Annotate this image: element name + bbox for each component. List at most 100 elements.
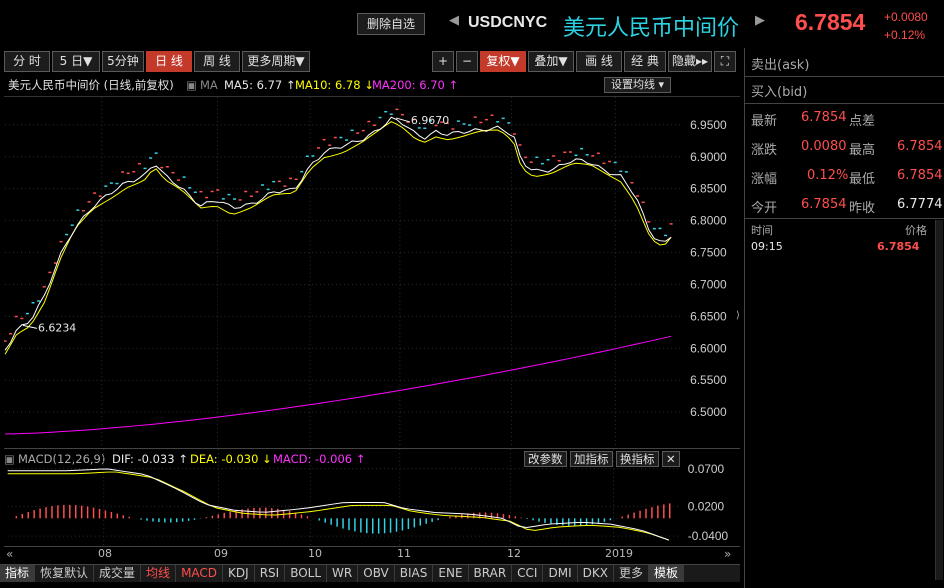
overlay-button[interactable]: 叠加▼ — [528, 51, 574, 72]
candle-mark — [227, 193, 231, 196]
classic-button[interactable]: 经 典 — [624, 51, 666, 72]
scroll-left-icon[interactable]: « — [6, 547, 13, 561]
macd-bar — [330, 518, 332, 525]
candle-mark — [664, 234, 668, 237]
macd-bar — [425, 518, 427, 524]
candle-mark — [261, 184, 265, 186]
macd-bar — [324, 518, 326, 523]
candle-mark — [384, 110, 388, 113]
tab-daily[interactable]: 日 线 — [146, 51, 192, 72]
tab-dmi[interactable]: DMI — [543, 565, 578, 582]
draw-button[interactable]: 画 线 — [576, 51, 622, 72]
ma200-value: MA200: 6.70 ↑ — [372, 78, 459, 92]
macd-bar — [669, 503, 671, 519]
adjust-button[interactable]: 复权▼ — [480, 51, 526, 72]
low-marker — [22, 324, 38, 329]
tab-boll[interactable]: BOLL — [285, 565, 328, 582]
candle-mark — [647, 221, 651, 223]
candle-mark — [328, 144, 332, 146]
tab-rsi[interactable]: RSI — [255, 565, 286, 582]
ma-settings-button[interactable]: 设置均线 ▾ — [604, 77, 672, 93]
macd-bar — [366, 518, 368, 534]
candle-mark — [557, 160, 561, 162]
fullscreen-icon[interactable]: ⛶ — [714, 51, 736, 72]
candle-mark — [87, 201, 91, 203]
candle-mark — [188, 187, 192, 189]
tab-kdj[interactable]: KDJ — [223, 565, 255, 582]
tab-template[interactable]: 模板 — [648, 565, 684, 582]
candle-mark — [305, 155, 309, 158]
tab-weekly[interactable]: 周 线 — [194, 51, 240, 72]
y-tick-label: 6.5000 — [690, 405, 727, 419]
ask-label: 卖出(ask) — [751, 58, 810, 73]
change-label: 涨跌 — [751, 143, 778, 158]
tab-more-periods[interactable]: 更多周期▼ — [242, 51, 310, 72]
candle-mark — [283, 185, 287, 187]
macd-bar — [633, 512, 635, 519]
macd-bar — [585, 518, 588, 526]
candle-mark — [171, 171, 175, 174]
tab-macd[interactable]: MACD — [176, 565, 224, 582]
macd-bar — [538, 518, 540, 522]
prev-symbol-icon[interactable]: ◀ — [449, 13, 459, 28]
candle-mark — [568, 151, 572, 153]
tab-obv[interactable]: OBV — [358, 565, 395, 582]
x-label-2019: 2019 — [605, 547, 633, 560]
tab-indicator[interactable]: 指标 — [0, 565, 36, 582]
ma-label: MA — [200, 78, 218, 92]
candle-mark — [496, 121, 500, 123]
candle-mark — [20, 317, 24, 320]
candle-mark — [311, 155, 315, 157]
candle-mark — [423, 127, 427, 130]
macd-bar — [170, 518, 172, 523]
candle-mark — [109, 182, 113, 184]
tab-bias[interactable]: BIAS — [395, 565, 434, 582]
candle-mark — [177, 179, 181, 181]
price-chart[interactable]: 6.9500 6.9000 6.8500 6.8000 6.7500 6.7000 6.65… — [4, 96, 740, 448]
tab-more[interactable]: 更多 — [614, 565, 649, 582]
tab-wr[interactable]: WR — [327, 565, 359, 582]
candle-mark — [350, 129, 354, 132]
candle-mark — [490, 114, 494, 117]
tab-dkx[interactable]: DKX — [578, 565, 614, 582]
scroll-right-icon[interactable]: » — [724, 547, 731, 561]
high-annotation: 6.9670 — [411, 114, 449, 127]
candle-mark — [143, 167, 147, 170]
candle-mark — [14, 315, 18, 318]
candle-mark — [608, 160, 612, 163]
candle-mark — [317, 147, 321, 149]
macd-chart[interactable]: 0.0700 0.0200 -0.0400 — [4, 448, 740, 548]
tab-ene[interactable]: ENE — [433, 565, 469, 582]
candle-mark — [272, 180, 276, 183]
collapse-handle-icon[interactable]: ⟩ — [736, 310, 740, 321]
ma10-value: MA10: 6.78 ↓ — [295, 78, 374, 92]
macd-bar — [146, 518, 148, 521]
zoom-in-button[interactable]: + — [432, 51, 454, 72]
tab-5day[interactable]: 5 日▼ — [52, 51, 100, 72]
candle-mark — [518, 144, 522, 146]
tab-ma[interactable]: 均线 — [141, 565, 177, 582]
macd-bar — [265, 507, 267, 519]
tab-5min[interactable]: 5分钟 — [102, 51, 144, 72]
macd-bar — [253, 507, 255, 519]
tab-cci[interactable]: CCI — [512, 565, 544, 582]
tab-intraday[interactable]: 分 时 — [4, 51, 50, 72]
delete-watchlist-button[interactable]: 删除自选 — [357, 13, 425, 35]
chart-settings-icon[interactable]: ▣ — [186, 74, 197, 96]
next-symbol-icon[interactable]: ▶ — [755, 13, 765, 28]
candle-mark — [104, 185, 108, 187]
tab-brar[interactable]: BRAR — [469, 565, 513, 582]
zoom-out-button[interactable]: − — [456, 51, 478, 72]
tab-reset[interactable]: 恢复默认 — [35, 565, 95, 582]
latest-label: 最新 — [751, 114, 778, 129]
macd-bar — [27, 511, 29, 519]
tab-volume[interactable]: 成交量 — [94, 565, 142, 582]
candle-mark — [294, 178, 298, 181]
macd-bar — [39, 508, 41, 519]
candle-mark — [652, 227, 656, 230]
macd-bar — [104, 510, 107, 519]
candle-mark — [98, 195, 102, 197]
tick-scrollbar[interactable] — [935, 220, 943, 580]
macd-bar — [187, 518, 190, 521]
hide-button[interactable]: 隐藏▸▸ — [668, 51, 712, 72]
